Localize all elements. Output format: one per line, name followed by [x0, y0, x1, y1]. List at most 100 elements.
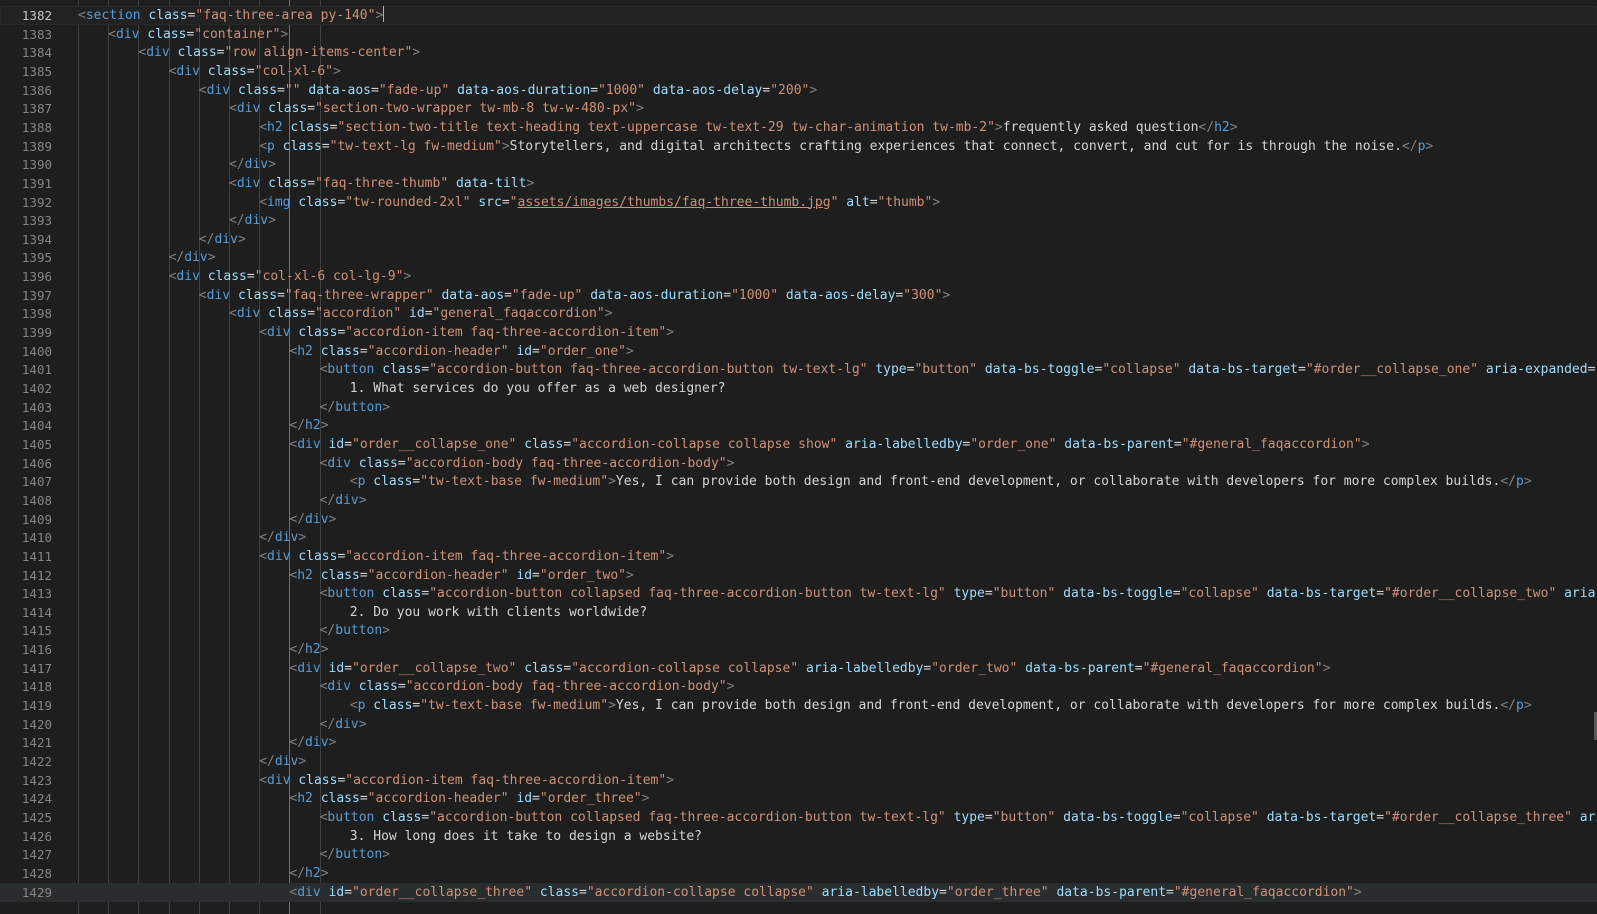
code-line[interactable]: 1391 <div class="faq-three-thumb" data-ti…: [0, 174, 1597, 193]
code-line[interactable]: 1388 <h2 class="section-two-title text-he…: [0, 118, 1597, 137]
token-text: =: [563, 660, 572, 676]
code-line[interactable]: 1419 <p class="tw-text-base fw-medium">Ye…: [0, 696, 1597, 715]
token-tag: div: [335, 492, 359, 508]
token-text: =: [359, 791, 368, 807]
code-line[interactable]: 1410 </div>: [0, 528, 1597, 547]
token-p: >: [382, 623, 391, 639]
token-attr: id: [516, 791, 533, 807]
code-line[interactable]: 1389 <p class="tw-text-lg fw-medium">Stor…: [0, 137, 1597, 156]
code-line[interactable]: 1429 <div id="order__collapse_three" clas…: [0, 882, 1597, 902]
token-p: <: [229, 175, 237, 191]
code-content: <div class="row align-items-center">: [138, 43, 420, 62]
line-number: 1414: [21, 604, 52, 620]
token-text: Yes, I can provide both design and front…: [615, 698, 1501, 714]
token-tag: div: [267, 772, 291, 788]
token-val: "general_faqaccordion": [432, 306, 605, 322]
code-line[interactable]: 1396 <div class="col-xl-6 col-lg-9">: [0, 267, 1597, 286]
code-line[interactable]: 1426 3. How long does it take to design a…: [0, 827, 1597, 846]
token-val: "section-two-title text-heading text-upp…: [337, 119, 995, 135]
token-attr: class: [382, 362, 422, 378]
code-line[interactable]: 1397 <div class="faq-three-wrapper" data-…: [0, 286, 1597, 305]
code-line[interactable]: 1411 <div class="accordion-item faq-three…: [0, 547, 1597, 566]
code-line[interactable]: 1417 <div id="order__collapse_two" class=…: [0, 659, 1597, 678]
code-line[interactable]: 1428 </h2>: [0, 864, 1597, 883]
code-line[interactable]: 1400 <h2 class="accordion-header" id="ord…: [0, 342, 1597, 361]
token-p: >: [604, 306, 613, 322]
line-number: 1421: [21, 735, 52, 751]
code-line[interactable]: 1414 2. Do you work with clients worldwid…: [0, 603, 1597, 622]
code-line[interactable]: 1383 <div class="container">: [0, 25, 1597, 44]
code-line[interactable]: 1387 <div class="section-two-wrapper tw-m…: [0, 99, 1597, 118]
token-attr: alt: [846, 194, 870, 210]
code-line[interactable]: 1427 </button>: [0, 845, 1597, 864]
code-content: </div>: [289, 510, 336, 529]
code-line[interactable]: 1415 </button>: [0, 621, 1597, 640]
token-tag: div: [116, 26, 140, 42]
token-text: =: [344, 436, 353, 452]
code-content: </div>: [259, 528, 306, 547]
code-line[interactable]: 1425 <button class="accordion-button coll…: [0, 808, 1597, 827]
code-line[interactable]: 1407 <p class="tw-text-base fw-medium">Ye…: [0, 472, 1597, 491]
code-line[interactable]: 1424 <h2 class="accordion-header" id="ord…: [0, 789, 1597, 808]
token-p: <: [259, 772, 268, 788]
token-p: </: [198, 231, 215, 247]
code-line[interactable]: 1412 <h2 class="accordion-header" id="ord…: [0, 566, 1597, 585]
code-line[interactable]: 1401 <button class="accordion-button faq-…: [0, 360, 1597, 379]
code-line[interactable]: 1392 <img class="tw-rounded-2xl" src="ass…: [0, 193, 1597, 212]
token-text: =: [424, 306, 433, 322]
token-p: >: [625, 567, 634, 583]
token-val: "order_one": [970, 436, 1057, 452]
code-editor[interactable]: 1382 <section class="faq-three-area py-14…: [0, 0, 1597, 914]
code-line[interactable]: 1409 </div>: [0, 510, 1597, 529]
token-val: "faq-three-thumb": [315, 175, 449, 191]
token-attr: aria-labelledby: [806, 660, 924, 676]
token-text: =: [371, 82, 379, 98]
token-attr: data-aos: [308, 82, 372, 98]
code-line[interactable]: 1405 <div id="order__collapse_one" class=…: [0, 435, 1597, 454]
code-line[interactable]: 1413 <button class="accordion-button coll…: [0, 584, 1597, 603]
code-line[interactable]: 1395 </div>: [0, 248, 1597, 267]
code-line[interactable]: 1385 <div class="col-xl-6">: [0, 62, 1597, 81]
code-line[interactable]: 1382 <section class="faq-three-area py-14…: [0, 6, 1597, 25]
code-line[interactable]: 1406 <div class="accordion-body faq-three…: [0, 454, 1597, 473]
code-line[interactable]: 1422 </div>: [0, 752, 1597, 771]
code-line[interactable]: 1386 <div class="" data-aos="fade-up" dat…: [0, 81, 1597, 100]
token-text: =: [321, 138, 330, 154]
token-p: >: [1361, 436, 1370, 452]
token-tag: div: [236, 101, 261, 117]
code-line[interactable]: 1393 </div>: [0, 211, 1597, 230]
code-line[interactable]: 1384 <div class="row align-items-center">: [0, 43, 1597, 62]
code-content: </div>: [259, 752, 306, 771]
code-line[interactable]: 1399 <div class="accordion-item faq-three…: [0, 323, 1597, 342]
token-val: "order_one": [539, 343, 626, 359]
code-content: 3. How long does it take to design a web…: [350, 827, 702, 846]
code-line[interactable]: 1404 </h2>: [0, 416, 1597, 435]
code-line[interactable]: 1408 </div>: [0, 491, 1597, 510]
code-line[interactable]: 1390 </div>: [0, 155, 1597, 174]
code-line[interactable]: 1394 </div>: [0, 230, 1597, 249]
token-text: =: [246, 63, 255, 79]
code-line[interactable]: 1398 <div class="accordion" id="general_f…: [0, 304, 1597, 323]
code-line[interactable]: 1416 </h2>: [0, 640, 1597, 659]
code-line[interactable]: 1418 <div class="accordion-body faq-three…: [0, 677, 1597, 696]
code-line[interactable]: 1423 <div class="accordion-item faq-three…: [0, 771, 1597, 790]
token-text: =: [501, 194, 510, 210]
line-number: 1423: [21, 772, 52, 788]
token-p: >: [994, 119, 1003, 135]
token-text: =: [216, 45, 225, 61]
code-line[interactable]: 1403 </button>: [0, 398, 1597, 417]
code-line[interactable]: 1420 </div>: [0, 715, 1597, 734]
token-text: =: [1166, 884, 1174, 900]
token-text: =: [359, 343, 368, 359]
line-number: 1395: [21, 250, 52, 266]
token-text: Storytellers, and digital architects cra…: [509, 138, 1402, 154]
token-text: =: [563, 436, 572, 452]
code-line[interactable]: 1421 </div>: [0, 733, 1597, 752]
code-content: <h2 class="section-two-title text-headin…: [259, 118, 1237, 137]
code-content: <p class="tw-text-base fw-medium">Yes, I…: [350, 472, 1532, 491]
code-line[interactable]: 1402 1. What services do you offer as a w…: [0, 379, 1597, 398]
token-tag: h2: [297, 567, 313, 583]
token-tag: button: [327, 586, 375, 602]
